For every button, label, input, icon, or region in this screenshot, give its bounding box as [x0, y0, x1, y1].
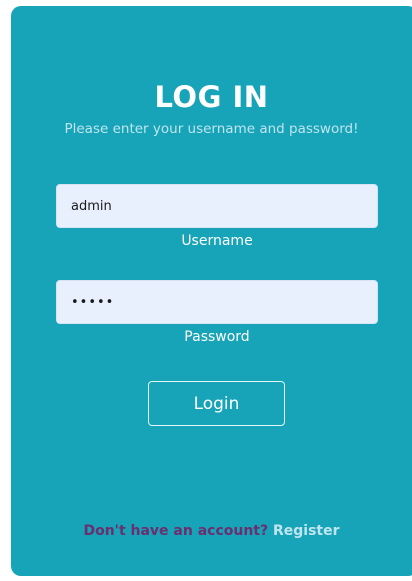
login-button[interactable]: Login: [148, 381, 285, 426]
password-label: Password: [184, 329, 250, 345]
page-title: LOG IN: [154, 80, 269, 114]
register-prompt-text: Don't have an account?: [83, 523, 269, 539]
login-card: LOG IN Please enter your username and pa…: [11, 6, 412, 576]
password-input[interactable]: [56, 280, 378, 324]
register-prompt: Don't have an account? Register: [11, 523, 412, 539]
username-label: Username: [181, 233, 253, 249]
register-link[interactable]: Register: [273, 523, 340, 539]
username-input[interactable]: [56, 184, 378, 228]
login-subtitle: Please enter your username and password!: [64, 121, 359, 137]
